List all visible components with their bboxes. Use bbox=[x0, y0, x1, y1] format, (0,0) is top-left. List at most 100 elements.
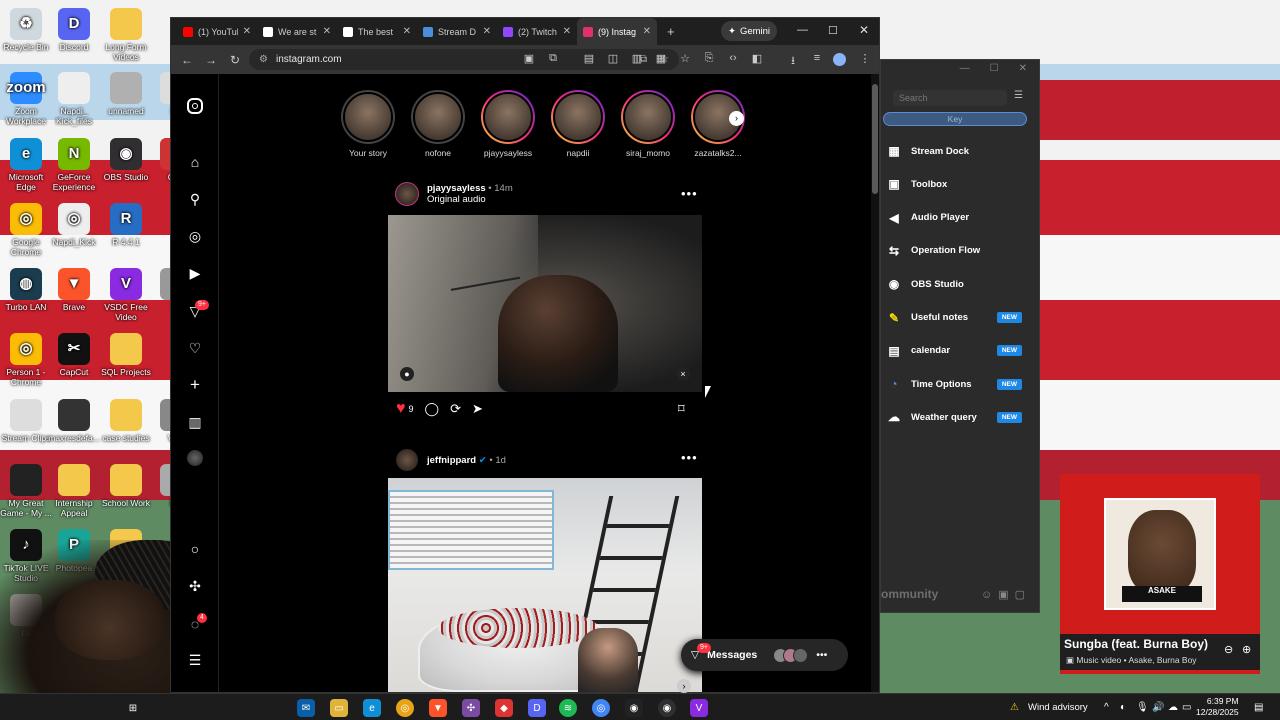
tab[interactable]: The best ✕ bbox=[337, 18, 417, 45]
tab-close-icon[interactable]: ✕ bbox=[403, 26, 411, 37]
extension-1-icon[interactable]: ▣ bbox=[521, 52, 537, 65]
desktop-icon[interactable]: R R 4.4.1 bbox=[100, 203, 152, 247]
share-icon[interactable]: ➤ bbox=[472, 401, 483, 417]
tab[interactable]: Stream D ✕ bbox=[417, 18, 497, 45]
tab[interactable]: (2) Twitch ✕ bbox=[497, 18, 577, 45]
desktop-icon[interactable]: unnamed bbox=[100, 72, 152, 116]
instagram-logo-icon[interactable] bbox=[187, 98, 203, 114]
scrollbar-thumb[interactable] bbox=[872, 84, 878, 194]
desktop-icon[interactable]: ♻ Recycle Bin bbox=[0, 8, 52, 52]
taskbar-camera-icon[interactable]: ◉ bbox=[625, 699, 643, 717]
story-item[interactable]: nofone bbox=[411, 90, 465, 158]
post-avatar[interactable] bbox=[395, 182, 419, 206]
tray-network-icon[interactable]: ☁ bbox=[1168, 702, 1178, 713]
desktop-icon[interactable]: School Work bbox=[100, 464, 152, 508]
post-avatar[interactable] bbox=[395, 448, 419, 472]
dock-key-button[interactable]: Key bbox=[883, 112, 1027, 126]
story-item[interactable]: napdii bbox=[551, 90, 605, 158]
taskbar-explorer-icon[interactable]: ▭ bbox=[330, 699, 348, 717]
tab[interactable]: (9) Instag ✕ bbox=[577, 18, 657, 45]
comment-icon[interactable]: ◯ bbox=[425, 401, 440, 417]
menu-kebab-icon[interactable]: ⋮ bbox=[857, 52, 873, 65]
desktop-icon[interactable]: ◍ Turbo LAN bbox=[0, 268, 52, 312]
desktop-icon[interactable]: ◎ Person 1 - Chrome bbox=[0, 333, 52, 387]
tray-overflow-icon[interactable]: ^ bbox=[1104, 702, 1109, 713]
threads-icon[interactable]: ○ bbox=[185, 539, 205, 559]
mute-icon[interactable]: × bbox=[676, 367, 690, 381]
create-icon[interactable]: + bbox=[185, 375, 205, 395]
taskbar-chrome-profile-icon[interactable]: ◎ bbox=[592, 699, 610, 717]
post-username[interactable]: jeffnippard bbox=[427, 455, 476, 466]
dock-plugin-item[interactable]: ◔ Time Options NEW bbox=[886, 373, 1036, 395]
desktop-icon[interactable]: case studies bbox=[100, 399, 152, 443]
post-username[interactable]: pjayysayless bbox=[427, 183, 486, 194]
download-icon[interactable]: ⭳ bbox=[785, 52, 801, 71]
desktop-icon[interactable]: ◎ Google Chrome bbox=[0, 203, 52, 257]
story-item[interactable]: pjayysayless bbox=[481, 90, 535, 158]
home-icon[interactable]: ⌂ bbox=[185, 152, 205, 172]
menu-icon[interactable]: ☰ bbox=[185, 650, 205, 670]
desktop-icon[interactable]: ▼ Brave bbox=[48, 268, 100, 312]
desktop-icon[interactable]: Stream Clips bbox=[0, 399, 52, 443]
notifications-heart-icon[interactable]: ♡ bbox=[185, 338, 205, 358]
story-item[interactable]: Your story bbox=[341, 90, 395, 158]
tab-close-icon[interactable]: ✕ bbox=[243, 26, 251, 37]
taskbar-brave-icon[interactable]: ▼ bbox=[429, 699, 447, 717]
reels-icon[interactable]: ▶ bbox=[185, 263, 205, 283]
profile-icon[interactable] bbox=[187, 450, 203, 466]
desktop-icon[interactable]: Internship Appeal bbox=[48, 464, 100, 518]
story-item[interactable]: siraj_momo bbox=[621, 90, 675, 158]
desktop-icon[interactable]: N GeForce Experience bbox=[48, 138, 100, 192]
close-window-button[interactable]: ✕ bbox=[859, 23, 869, 37]
explore-icon[interactable]: ◎ bbox=[185, 226, 205, 246]
dock-list-view-icon[interactable]: ☰ bbox=[1014, 90, 1023, 101]
tab-close-icon[interactable]: ✕ bbox=[323, 26, 331, 37]
dock-plugin-item[interactable]: ▣ Toolbox bbox=[886, 173, 1036, 195]
desktop-icon[interactable]: SQL Projects bbox=[100, 333, 152, 377]
search-icon[interactable]: ⚲ bbox=[185, 189, 205, 209]
dock-social-icons[interactable]: ☺▣▢ bbox=[981, 588, 1031, 601]
tab[interactable]: We are st ✕ bbox=[257, 18, 337, 45]
tab-grid-icon[interactable]: ▦ bbox=[653, 52, 669, 65]
weather-text[interactable]: Wind advisory bbox=[1028, 702, 1088, 713]
tray-mic-icon[interactable]: 🎙 bbox=[1136, 702, 1149, 713]
post-options-icon[interactable]: ••• bbox=[681, 450, 698, 465]
post-audio[interactable]: Original audio bbox=[427, 194, 513, 205]
community-label[interactable]: ommunity bbox=[881, 587, 938, 601]
tray-battery-icon[interactable]: ▭ bbox=[1182, 702, 1191, 713]
dock-plugin-item[interactable]: ⇆ Operation Flow bbox=[886, 240, 1036, 262]
desktop-icon[interactable]: maxresdefa... bbox=[48, 399, 100, 443]
messages-floating-button[interactable]: ▽ 9+ Messages ••• bbox=[681, 639, 848, 671]
media-minimize-icon[interactable]: ⊖ bbox=[1224, 643, 1233, 656]
desktop-icon[interactable]: V VSDC Free Video bbox=[100, 268, 152, 322]
extension-puzzle-icon[interactable]: ⧉ bbox=[545, 52, 561, 65]
back-button[interactable]: ← bbox=[175, 53, 199, 67]
clock[interactable]: 6:39 PM 12/28/2025 bbox=[1196, 696, 1239, 718]
taskbar-edge-icon[interactable]: e bbox=[363, 699, 381, 717]
tab-close-icon[interactable]: ✕ bbox=[563, 26, 571, 37]
tab-close-icon[interactable]: ✕ bbox=[643, 26, 651, 37]
tab[interactable]: (1) YouTube ✕ bbox=[177, 18, 257, 45]
taskbar-obs-icon[interactable]: ◉ bbox=[658, 699, 676, 717]
tray-steam-icon[interactable]: ◐ bbox=[1120, 702, 1126, 713]
favorites-icon[interactable]: ☆ bbox=[677, 52, 693, 65]
maximize-button[interactable]: ☐ bbox=[828, 24, 838, 37]
taskbar-chrome-icon[interactable]: ◎ bbox=[396, 699, 414, 717]
desktop-icon[interactable]: e Microsoft Edge bbox=[0, 138, 52, 192]
dock-plugin-item[interactable]: ☁ Weather query NEW bbox=[886, 406, 1036, 428]
dock-minimize-button[interactable]: — bbox=[960, 63, 970, 77]
tray-volume-icon[interactable]: 🔊 bbox=[1152, 702, 1164, 713]
reading-list-icon[interactable]: ▥ bbox=[629, 52, 645, 65]
dock-plugin-item[interactable]: ▤ calendar NEW bbox=[886, 340, 1036, 362]
side-panel-icon[interactable]: ◧ bbox=[749, 52, 765, 65]
desktop-icon[interactable]: ◎ Napdi_Kick bbox=[48, 203, 100, 247]
page-scrollbar[interactable] bbox=[871, 74, 879, 692]
profile-avatar[interactable] bbox=[833, 53, 846, 66]
desktop-icon[interactable]: zoom Zoom Workplace bbox=[0, 72, 52, 126]
notification-center-icon[interactable]: ▤ bbox=[1254, 702, 1263, 713]
dock-plugin-item[interactable]: ◀ Audio Player bbox=[886, 207, 1036, 229]
tagged-user-icon[interactable]: ● bbox=[400, 367, 414, 381]
dock-search-input[interactable]: Search bbox=[893, 90, 1007, 106]
carousel-next-arrow[interactable]: › bbox=[677, 679, 691, 693]
stories-next-arrow[interactable]: › bbox=[729, 111, 744, 126]
